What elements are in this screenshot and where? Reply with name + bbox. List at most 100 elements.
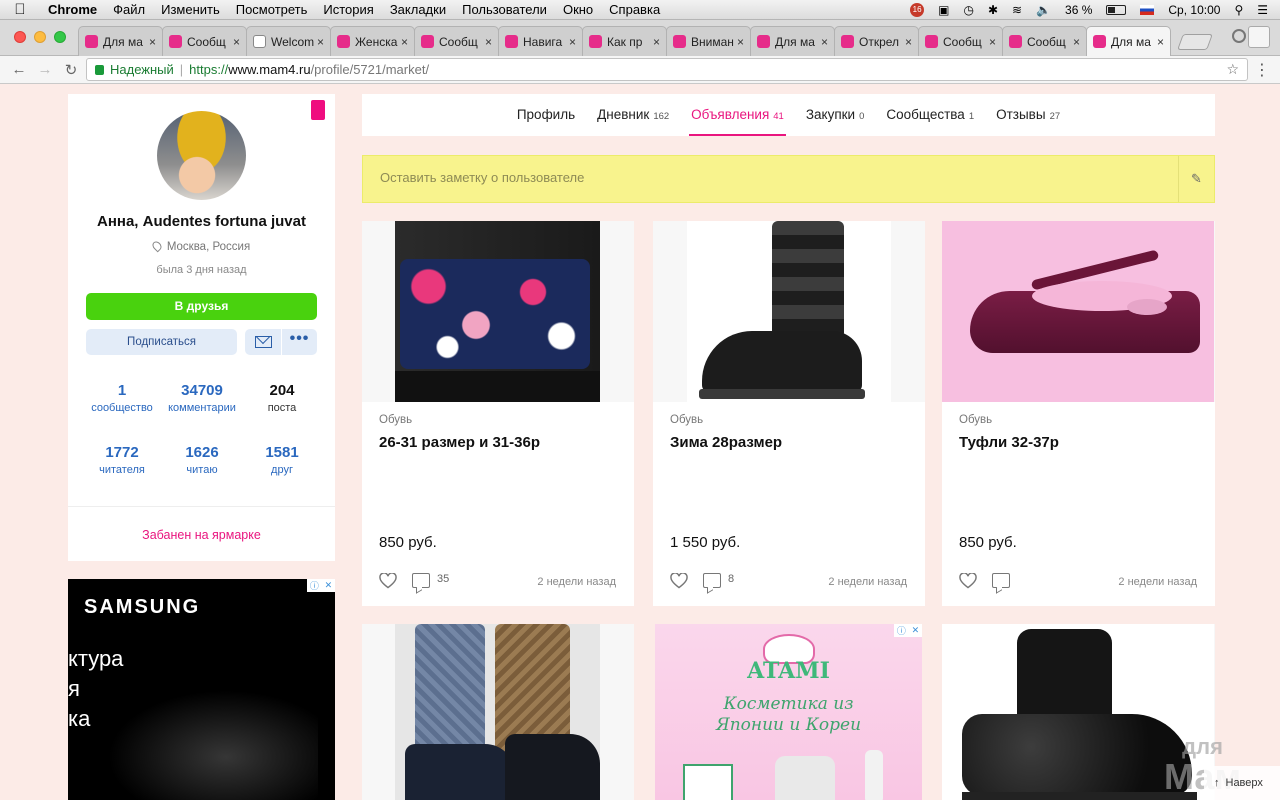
volume-icon[interactable]: 🔈 [1036,3,1051,17]
input-language-icon[interactable] [1140,4,1155,15]
listing-image[interactable] [362,624,634,800]
comment-icon[interactable] [412,573,430,588]
notification-center-icon[interactable]: ☰ [1257,3,1268,17]
address-bar[interactable]: Надежный | https:// www.mam4.ru /profile… [86,58,1248,81]
close-tab-icon[interactable]: × [569,35,576,49]
add-friend-button[interactable]: В друзья [86,293,317,320]
browser-tab[interactable]: Открел × [834,26,919,56]
menu-app-name[interactable]: Chrome [40,2,105,17]
browser-tab[interactable]: Как пр × [582,26,667,56]
browser-tab[interactable]: Сообщ × [1002,26,1087,56]
stat-following[interactable]: 1626 читаю [162,444,242,476]
browser-tab[interactable]: Женска × [330,26,415,56]
browser-tab[interactable]: Вниман × [666,26,751,56]
adchoices-icon[interactable]: ⓘ ✕ [307,579,335,592]
close-tab-icon[interactable]: × [821,35,828,49]
listing-image[interactable] [653,221,925,402]
bookmark-star-icon[interactable]: ☆ [1226,61,1239,78]
close-tab-icon[interactable]: × [317,35,324,49]
browser-tab[interactable]: Навига × [498,26,583,56]
listing-category[interactable]: Обувь [379,414,412,426]
message-button[interactable] [245,329,281,355]
back-arrow-icon[interactable]: ← [6,61,32,78]
comment-count[interactable]: 8 [728,573,734,585]
tab-ads[interactable]: Объявления 41 [689,94,786,136]
status-icon[interactable]: ▣ [938,3,949,17]
spotlight-icon[interactable]: ⚲ [1234,3,1243,17]
browser-tab[interactable]: Для ма × [78,26,163,56]
close-tab-icon[interactable]: × [149,35,156,49]
menu-file[interactable]: Файл [105,2,153,17]
close-tab-icon[interactable]: × [1073,35,1080,49]
listing-title[interactable]: Туфли 32-37р [959,434,1059,451]
close-tab-icon[interactable]: × [233,35,240,49]
new-tab-button[interactable] [1177,34,1213,50]
browser-tab[interactable]: Для ма × [1086,26,1171,56]
browser-tab[interactable]: Сообщ × [918,26,1003,56]
time-machine-icon[interactable]: ◷ [963,3,973,17]
browser-tab[interactable]: Сообщ × [162,26,247,56]
stat-readers[interactable]: 1772 читателя [82,444,162,476]
heart-icon[interactable] [670,573,688,589]
subscribe-button[interactable]: Подписаться [86,329,237,355]
forward-arrow-icon[interactable]: → [32,61,58,78]
clock[interactable]: Ср, 10:00 [1168,3,1220,17]
apple-icon[interactable]:  [0,1,40,18]
adchoices-icon[interactable]: ⓘ ✕ [894,624,922,637]
menu-view[interactable]: Посмотреть [228,2,316,17]
wifi-icon[interactable]: ≋ [1012,3,1022,17]
stat-communities[interactable]: 1 сообщество [82,382,162,414]
tab-communities[interactable]: Сообщества 1 [884,94,976,136]
listing-title[interactable]: 26-31 размер и 31-36р [379,434,540,451]
close-window-button[interactable] [14,31,26,43]
listing-card[interactable]: Обувь Зима 28размер 1 550 руб. 8 2 недел… [653,221,925,606]
browser-menu-icon[interactable]: ⋮ [1254,60,1270,80]
back-to-top-button[interactable]: ↑ Наверх [1204,766,1280,800]
listing-card[interactable]: Обувь 26-31 размер и 31-36р 850 руб. 35 … [362,221,634,606]
listing-card[interactable] [362,624,634,800]
battery-icon[interactable] [1106,4,1127,15]
banned-link[interactable]: Забанен на ярмарке [68,528,335,542]
listing-category[interactable]: Обувь [670,414,703,426]
window-button[interactable] [1248,26,1270,48]
samsung-ad-banner[interactable]: SAMSUNG ктура я ка ⓘ ✕ [68,579,335,800]
comment-count[interactable]: 35 [437,573,449,585]
listing-card[interactable]: Обувь Туфли 32-37р 850 руб. 2 недели наз… [942,221,1215,606]
notification-badge[interactable]: 16 [910,2,925,17]
user-note-field[interactable]: Оставить заметку о пользователе ✎ [362,155,1215,203]
close-tab-icon[interactable]: × [1157,35,1164,49]
avatar[interactable] [157,111,246,200]
menu-help[interactable]: Справка [601,2,668,17]
tab-reviews[interactable]: Отзывы 27 [994,94,1062,136]
tab-profile[interactable]: Профиль [515,94,577,136]
close-tab-icon[interactable]: × [485,35,492,49]
pencil-icon[interactable]: ✎ [1178,156,1214,202]
close-tab-icon[interactable]: × [737,35,744,49]
tab-purchases[interactable]: Закупки 0 [804,94,867,136]
comment-icon[interactable] [992,573,1010,588]
tab-diary[interactable]: Дневник 162 [595,94,671,136]
close-tab-icon[interactable]: × [989,35,996,49]
stat-friends[interactable]: 1581 друг [242,444,322,476]
menu-window[interactable]: Окно [555,2,601,17]
listing-title[interactable]: Зима 28размер [670,434,782,451]
zoom-window-button[interactable] [54,31,66,43]
browser-tab[interactable]: Сообщ × [414,26,499,56]
listing-image[interactable] [362,221,634,402]
battery-percent[interactable]: 36 % [1065,3,1092,17]
close-tab-icon[interactable]: × [905,35,912,49]
listing-category[interactable]: Обувь [959,414,992,426]
heart-icon[interactable] [959,573,977,589]
close-tab-icon[interactable]: × [653,35,660,49]
bluetooth-icon[interactable]: ✱ [988,3,998,17]
reload-icon[interactable]: ↻ [58,61,84,79]
listing-image[interactable] [942,221,1215,402]
atami-ad-banner[interactable]: ATAMI Косметика из Японии и Кореи ⓘ ✕ [655,624,922,800]
comment-icon[interactable] [703,573,721,588]
browser-tab[interactable]: Для ма × [750,26,835,56]
bookmark-flag-icon[interactable] [311,100,325,120]
stat-comments[interactable]: 34709 комментарии [162,382,242,414]
browser-tab[interactable]: Welcom × [246,26,331,56]
menu-bookmarks[interactable]: Закладки [382,2,454,17]
menu-users[interactable]: Пользователи [454,2,555,17]
